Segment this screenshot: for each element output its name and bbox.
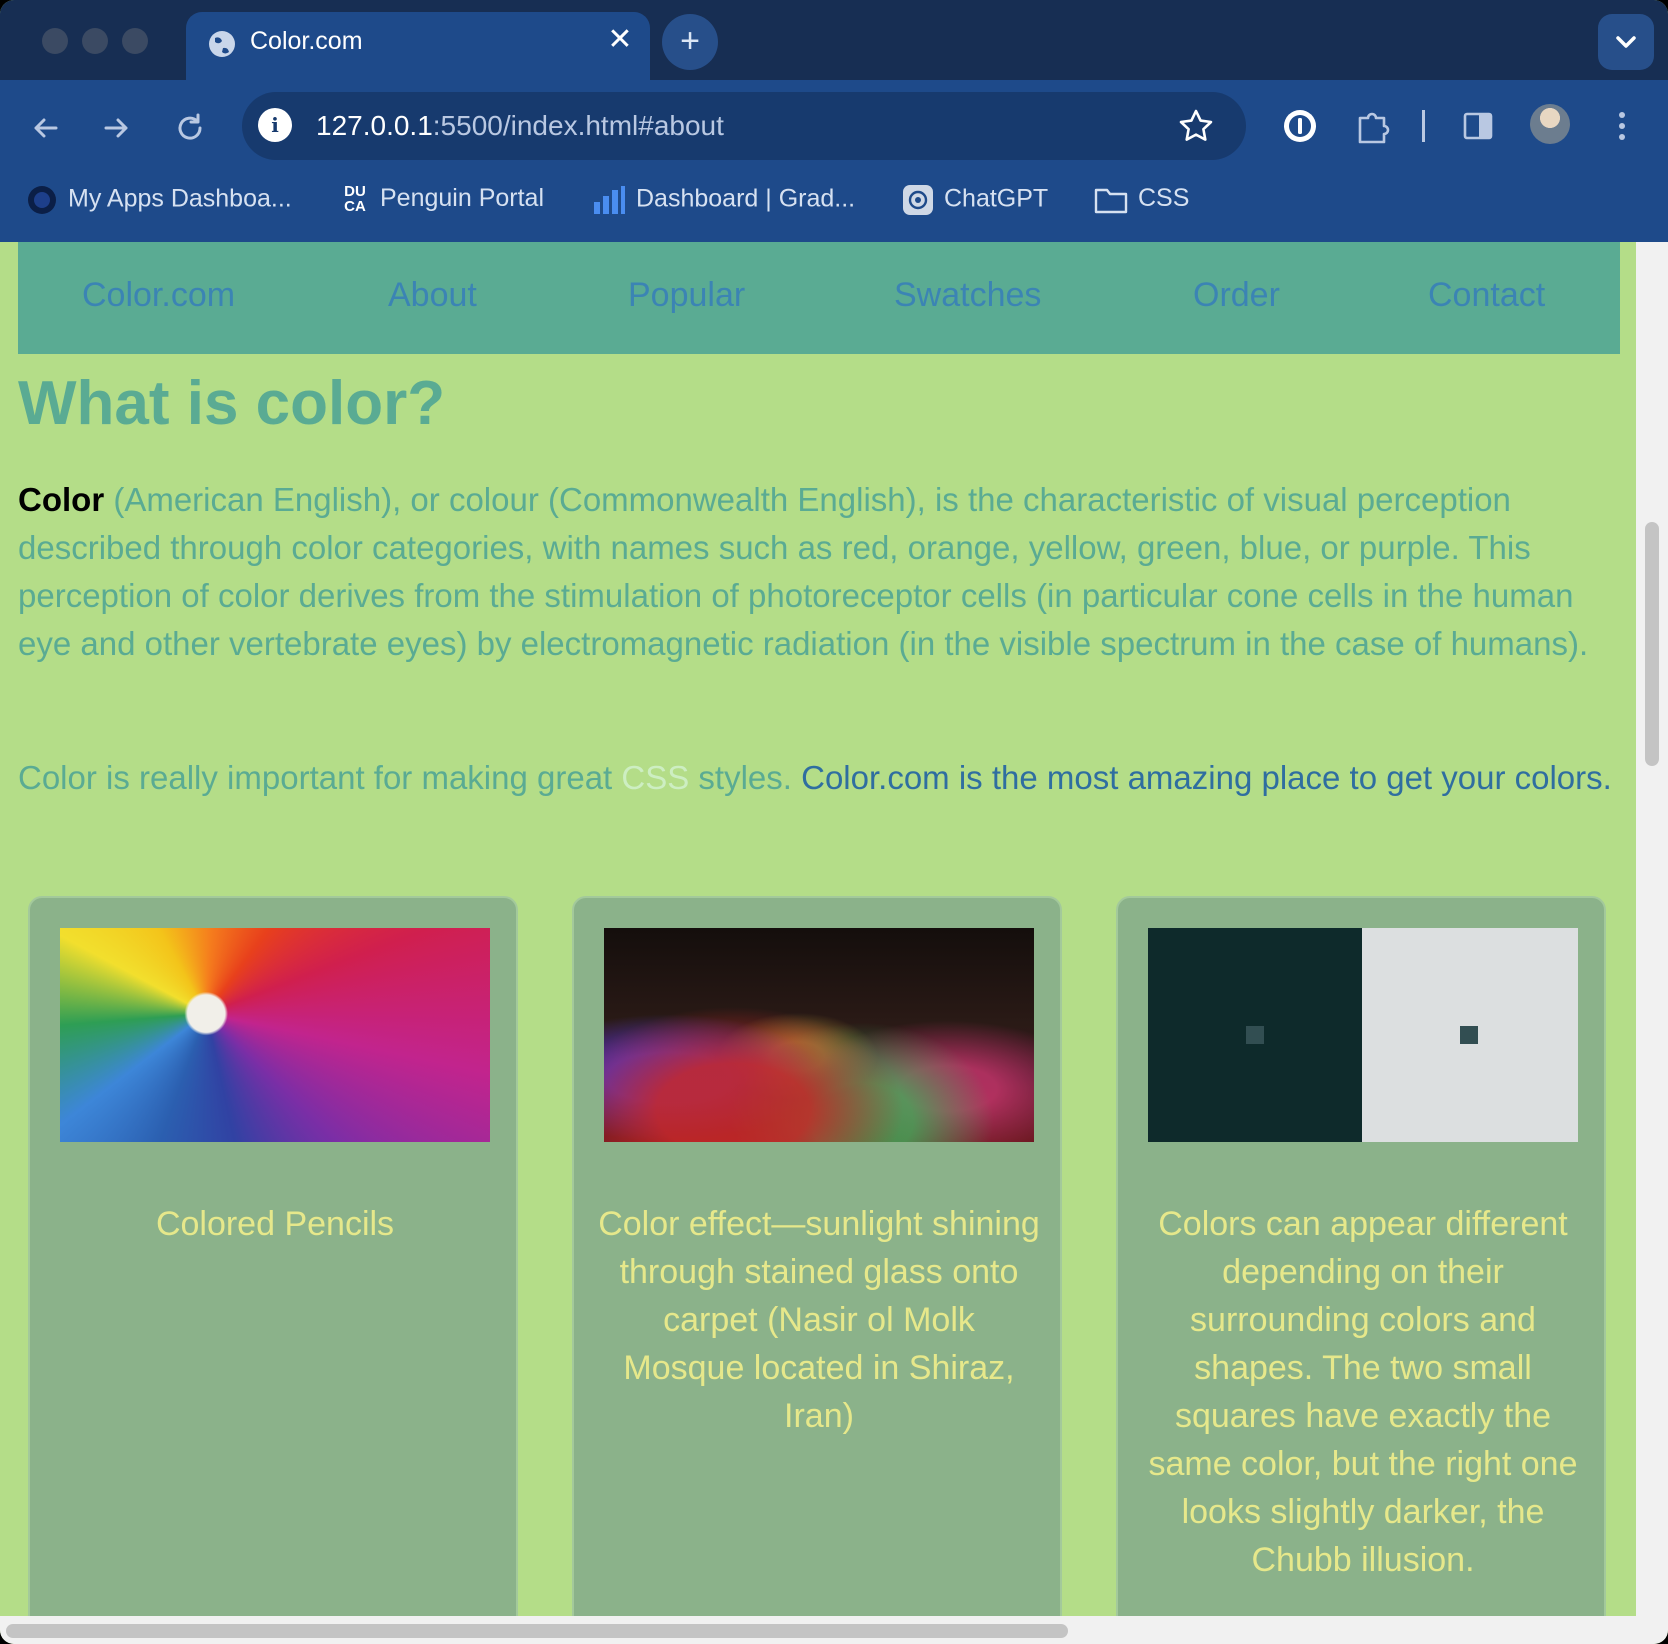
extensions-icon[interactable] xyxy=(1350,104,1394,148)
horizontal-scroll-thumb[interactable] xyxy=(6,1624,1068,1638)
stained-glass-image xyxy=(604,928,1034,1142)
globe-icon xyxy=(209,31,235,57)
nav-link-swatches[interactable]: Swatches xyxy=(894,276,1041,315)
chevron-down-icon xyxy=(1616,36,1636,48)
css-paragraph: Color is really important for making gre… xyxy=(18,759,1612,796)
folder-icon xyxy=(1094,189,1128,214)
site-nav: Color.com About Popular Swatches Order C… xyxy=(18,242,1620,354)
chubb-illusion-image xyxy=(1148,928,1578,1142)
back-arrow-icon[interactable] xyxy=(26,108,66,148)
bookmark-label: My Apps Dashboa... xyxy=(68,184,292,213)
password-manager-icon[interactable] xyxy=(1278,104,1322,148)
bookmark-my-apps[interactable]: My Apps Dashboa... xyxy=(26,184,292,216)
site-info-icon[interactable]: i xyxy=(258,108,292,142)
bookmarks-bar: My Apps Dashboa... DU CA Penguin Portal D… xyxy=(0,172,1668,228)
horizontal-scrollbar[interactable] xyxy=(0,1616,1636,1644)
page-viewport: Color.com About Popular Swatches Order C… xyxy=(0,242,1636,1616)
new-tab-button[interactable]: + xyxy=(662,14,718,70)
zoom-window-dot[interactable] xyxy=(122,28,148,54)
close-window-dot[interactable] xyxy=(42,28,68,54)
reload-icon[interactable] xyxy=(170,108,210,148)
vertical-scroll-thumb[interactable] xyxy=(1645,522,1659,766)
forward-arrow-icon[interactable] xyxy=(96,108,136,148)
nav-link-about[interactable]: About xyxy=(388,276,477,315)
bookmark-star-icon[interactable] xyxy=(1174,104,1218,148)
bookmark-label: Penguin Portal xyxy=(380,184,545,212)
address-bar[interactable]: i 127.0.0.1:5500/index.html#about xyxy=(242,92,1246,160)
nav-link-popular[interactable]: Popular xyxy=(628,276,745,315)
card-caption: Colored Pencils xyxy=(155,1205,395,1243)
nav-link-contact[interactable]: Contact xyxy=(1428,276,1545,315)
bookmark-chatgpt[interactable]: ChatGPT xyxy=(902,184,1048,216)
duca-icon: DU CA xyxy=(344,183,366,216)
profile-avatar[interactable] xyxy=(1530,104,1570,144)
intro-paragraph: Color (American English), or colour (Com… xyxy=(18,481,1589,662)
circle-icon xyxy=(28,186,56,214)
bookmark-label: CSS xyxy=(1138,184,1190,212)
bookmark-label: Dashboard | Grad... xyxy=(636,184,856,213)
tab-close-icon[interactable]: ✕ xyxy=(600,22,640,57)
tab-search-button[interactable] xyxy=(1598,14,1654,70)
card-stained-glass: Color effect—sunlight shining through st… xyxy=(572,896,1062,1616)
minimize-window-dot[interactable] xyxy=(82,28,108,54)
bookmark-penguin-portal[interactable]: DU CA Penguin Portal xyxy=(340,184,544,214)
card-caption: Colors can appear different depending on… xyxy=(1148,1205,1578,1579)
bookmark-label: ChatGPT xyxy=(944,184,1049,213)
card-colored-pencils: Colored Pencils xyxy=(28,896,518,1616)
css-highlight: CSS xyxy=(621,759,690,796)
more-menu-icon[interactable] xyxy=(1600,104,1644,148)
browser-window: Color.com ✕ + i 127.0.0.1:5500/index.htm… xyxy=(0,0,1668,1644)
nav-link-home[interactable]: Color.com xyxy=(82,276,235,315)
side-panel-icon[interactable] xyxy=(1456,104,1500,148)
tagline-emphasis: Color.com is the most amazing place to g… xyxy=(801,759,1612,796)
tab-title: Color.com xyxy=(250,27,363,55)
intro-bold-term: Color xyxy=(18,481,105,518)
about-heading: What is color? xyxy=(18,369,446,438)
bookmark-css-folder[interactable]: CSS xyxy=(1094,184,1189,214)
nav-link-order[interactable]: Order xyxy=(1193,276,1280,315)
bar-chart-icon xyxy=(594,186,625,214)
card-chubb-illusion: Colors can appear different depending on… xyxy=(1116,896,1606,1616)
chatgpt-icon xyxy=(903,185,933,215)
small-square-right xyxy=(1460,1026,1478,1044)
url-text[interactable]: 127.0.0.1:5500/index.html#about xyxy=(316,110,724,142)
vertical-scrollbar[interactable] xyxy=(1636,242,1668,1644)
active-tab[interactable]: Color.com ✕ xyxy=(186,12,650,80)
pencils-image xyxy=(60,928,490,1142)
tab-bar: Color.com ✕ + xyxy=(0,0,1668,80)
card-caption: Color effect—sunlight shining through st… xyxy=(598,1205,1040,1435)
toolbar-divider xyxy=(1422,110,1425,142)
small-square-left xyxy=(1246,1026,1264,1044)
bookmark-dashboard-grad[interactable]: Dashboard | Grad... xyxy=(592,184,855,216)
